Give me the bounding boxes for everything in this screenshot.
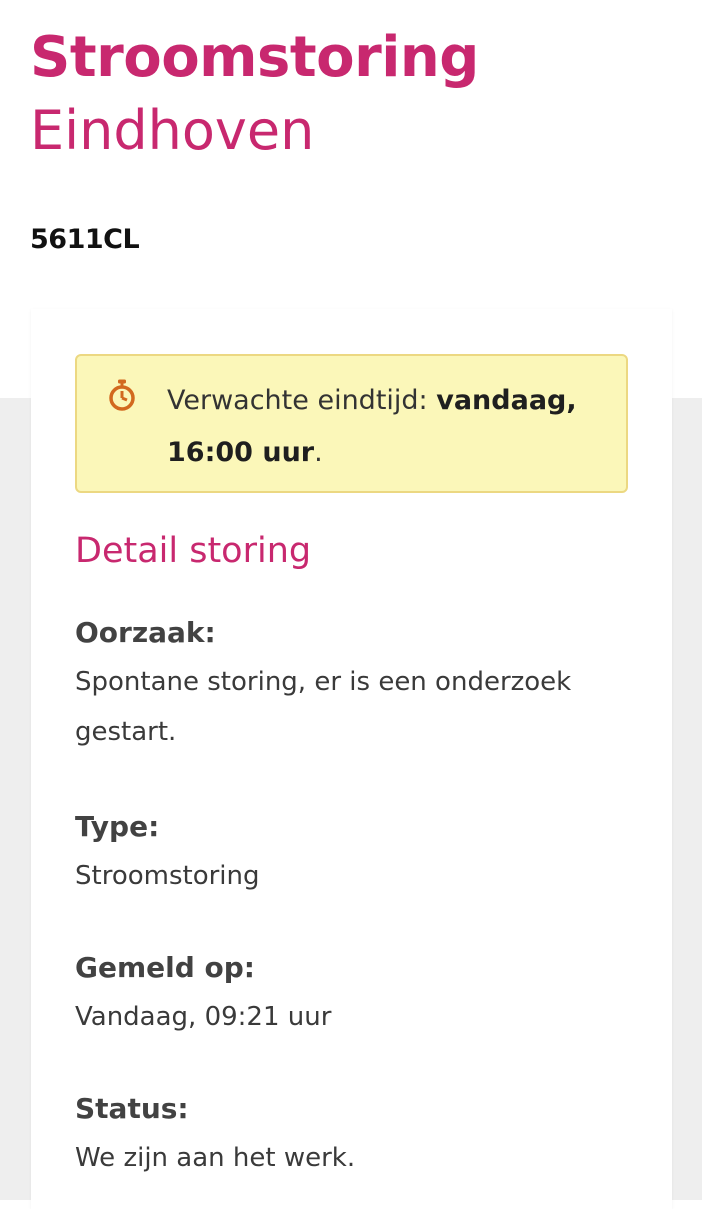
cause-value: Spontane storing, er is een onderzoek ge… <box>75 667 572 747</box>
type-label: Type: <box>75 810 160 843</box>
page-subtitle-city: Eindhoven <box>30 99 315 162</box>
type-value: Stroomstoring <box>75 861 260 891</box>
expected-end-time-label: Verwachte eindtijd: <box>167 385 428 416</box>
detail-section-title: Detail storing <box>75 531 312 571</box>
cause-label: Oorzaak: <box>75 616 216 649</box>
expected-end-time-notice: Verwachte eindtijd: vandaag, 16:00 uur. <box>75 354 628 493</box>
status-detail: Status: We zijn aan het werk. <box>75 1085 615 1183</box>
reported-value: Vandaag, 09:21 uur <box>75 1002 332 1032</box>
reported-label: Gemeld op: <box>75 951 256 984</box>
expected-end-time-text: Verwachte eindtijd: vandaag, 16:00 uur. <box>167 375 597 479</box>
postcode: 5611CL <box>30 224 140 255</box>
outage-detail-card: Verwachte eindtijd: vandaag, 16:00 uur. … <box>31 309 672 1209</box>
status-value: We zijn aan het werk. <box>75 1143 356 1173</box>
status-label: Status: <box>75 1092 189 1125</box>
type-detail: Type: Stroomstoring <box>75 803 615 901</box>
expected-end-time-suffix: . <box>314 437 323 468</box>
cause-detail: Oorzaak: Spontane storing, er is een ond… <box>75 609 615 757</box>
reported-detail: Gemeld op: Vandaag, 09:21 uur <box>75 944 615 1042</box>
timer-icon <box>107 378 137 412</box>
page-title: Stroomstoring <box>30 25 479 90</box>
